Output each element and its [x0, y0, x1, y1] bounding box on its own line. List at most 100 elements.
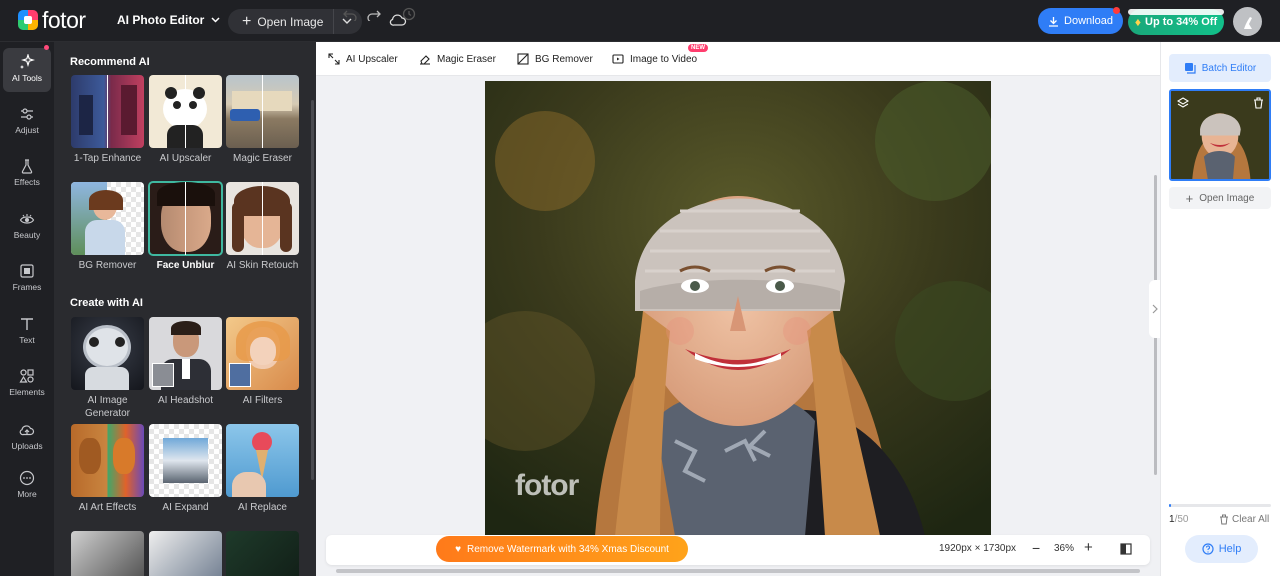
tool-card-label: AI Filters [242, 395, 283, 406]
tool-card-ai-filters[interactable]: AI Filters [226, 317, 299, 407]
remove-watermark-label: Remove Watermark with 34% Xmas Discount [467, 543, 669, 555]
divider [333, 9, 334, 34]
video-icon [612, 54, 624, 64]
trash-icon [1220, 514, 1228, 525]
fotor-watermark: fotor [515, 469, 579, 502]
nav-label: AI Tools [11, 73, 43, 83]
nav-adjust[interactable]: Adjust [0, 106, 54, 135]
tool-card-ai-expand[interactable]: AI Expand [149, 424, 222, 514]
chevron-down-icon [211, 17, 220, 23]
compare-icon[interactable] [1120, 543, 1132, 555]
nav-beauty[interactable]: Beauty [0, 211, 54, 240]
nav-more[interactable]: More [0, 470, 54, 499]
clear-all-button[interactable]: Clear All [1219, 514, 1269, 525]
batch-editor-button[interactable]: Batch Editor [1169, 54, 1271, 82]
nav-ai-tools[interactable]: AI Tools [0, 54, 54, 83]
nav-uploads[interactable]: Uploads [0, 422, 54, 451]
download-icon [1049, 16, 1059, 27]
nav-label: Frames [12, 282, 42, 292]
toolbar-image-to-video[interactable]: Image to Video [612, 53, 697, 65]
tool-card-label: BG Remover [78, 260, 137, 271]
toolbar-bg-remover[interactable]: BG Remover [517, 53, 593, 65]
tool-mode-select[interactable]: AI Photo Editor [117, 13, 220, 27]
tool-card-ai-art-effects[interactable]: AI Art Effects [71, 424, 144, 514]
eye-icon [19, 214, 35, 224]
tool-card-partial[interactable] [71, 531, 144, 576]
history-icon[interactable] [402, 7, 416, 21]
open-image-button[interactable]: + Open Image [228, 9, 362, 34]
logo-text: fotor [42, 7, 86, 33]
download-label: Download [1064, 15, 1113, 27]
toolbar-ai-upscaler[interactable]: AI Upscaler [328, 53, 398, 65]
toolbar-label: Image to Video [630, 53, 698, 65]
tool-card-bg-remover[interactable]: BG Remover [71, 182, 144, 272]
user-avatar[interactable] [1233, 7, 1262, 36]
tool-card-ai-upscaler[interactable]: AI Upscaler [149, 75, 222, 165]
nav-label: Adjust [15, 125, 39, 135]
nav-text[interactable]: Text [0, 316, 54, 345]
sparkle-icon [20, 54, 35, 69]
image-thumbnail[interactable] [1169, 89, 1271, 181]
panel-scrollbar[interactable] [311, 100, 314, 480]
image-count-progress [1169, 504, 1271, 507]
tool-card-magic-eraser[interactable]: Magic Eraser [226, 75, 299, 165]
help-button[interactable]: Help [1185, 535, 1258, 563]
portrait-photo [485, 81, 991, 536]
nav-label: Beauty [13, 230, 41, 240]
download-button[interactable]: Download [1038, 8, 1123, 34]
tool-card-label: AI Image Generator [84, 395, 131, 419]
upgrade-label: Up to 34% Off [1145, 16, 1218, 28]
thumbnail [71, 531, 144, 576]
tool-card-1-tap-enhance[interactable]: 1-Tap Enhance [71, 75, 144, 165]
cloud-upload-icon [19, 425, 35, 436]
chevron-right-icon [1152, 304, 1158, 314]
image-count-total: /50 [1174, 514, 1189, 525]
tool-card-partial[interactable] [149, 531, 222, 576]
toolbar-magic-eraser[interactable]: Magic Eraser [419, 53, 496, 65]
plus-icon: + [1185, 190, 1194, 206]
tool-card-partial[interactable] [226, 531, 299, 576]
nav-effects[interactable]: Effects [0, 158, 54, 187]
tool-card-label: AI Replace [238, 502, 287, 513]
expand-right-panel-button[interactable] [1149, 280, 1160, 338]
help-label: Help [1218, 543, 1242, 555]
remove-watermark-button[interactable]: ♥ Remove Watermark with 34% Xmas Discoun… [436, 536, 688, 562]
sliders-icon [21, 108, 33, 120]
nav-frames[interactable]: Frames [0, 263, 54, 292]
photo-canvas[interactable]: fotor [485, 81, 991, 536]
thumbnail [71, 317, 144, 390]
tool-card-face-unblur[interactable]: Face Unblur [148, 181, 223, 272]
upscale-icon [328, 53, 340, 65]
zoom-level[interactable]: 36% [1054, 543, 1074, 554]
redo-icon[interactable] [367, 7, 381, 21]
tool-card-ai-image-generator[interactable]: AI Image Generator [71, 317, 144, 420]
left-nav: AI Tools Adjust Effects Beauty Frames Te… [0, 42, 54, 576]
flask-icon [21, 159, 33, 174]
trash-icon[interactable] [1253, 97, 1264, 109]
tool-card-ai-replace[interactable]: AI Replace [226, 424, 299, 514]
image-dimensions: 1920px × 1730px [939, 543, 1017, 554]
nav-label: Effects [14, 177, 40, 187]
section-title-recommend: Recommend AI [70, 56, 150, 68]
thumbnail [148, 181, 223, 256]
open-image-button-secondary[interactable]: + Open Image [1169, 187, 1271, 209]
eraser-icon [420, 55, 430, 65]
open-image-label: Open Image [1199, 192, 1255, 204]
nav-label: Uploads [11, 441, 43, 451]
thumbnail [149, 531, 222, 576]
tool-card-ai-headshot[interactable]: AI Headshot [149, 317, 222, 407]
canvas-horizontal-scrollbar[interactable] [336, 569, 1140, 573]
nav-elements[interactable]: Elements [0, 368, 54, 397]
thumbnail [71, 182, 144, 255]
tool-card-ai-skin-retouch[interactable]: AI Skin Retouch [226, 182, 299, 272]
shapes-icon [19, 369, 34, 383]
zoom-in-button[interactable]: + [1084, 539, 1093, 556]
undo-icon[interactable] [343, 7, 357, 21]
text-icon [21, 318, 33, 330]
thumbnail [226, 317, 299, 390]
tool-card-label: AI Skin Retouch [226, 260, 299, 271]
nav-label: More [17, 489, 37, 499]
fotor-logo[interactable]: fotor [18, 7, 86, 33]
layers-icon[interactable] [1177, 97, 1189, 109]
zoom-out-button[interactable]: − [1032, 540, 1040, 556]
